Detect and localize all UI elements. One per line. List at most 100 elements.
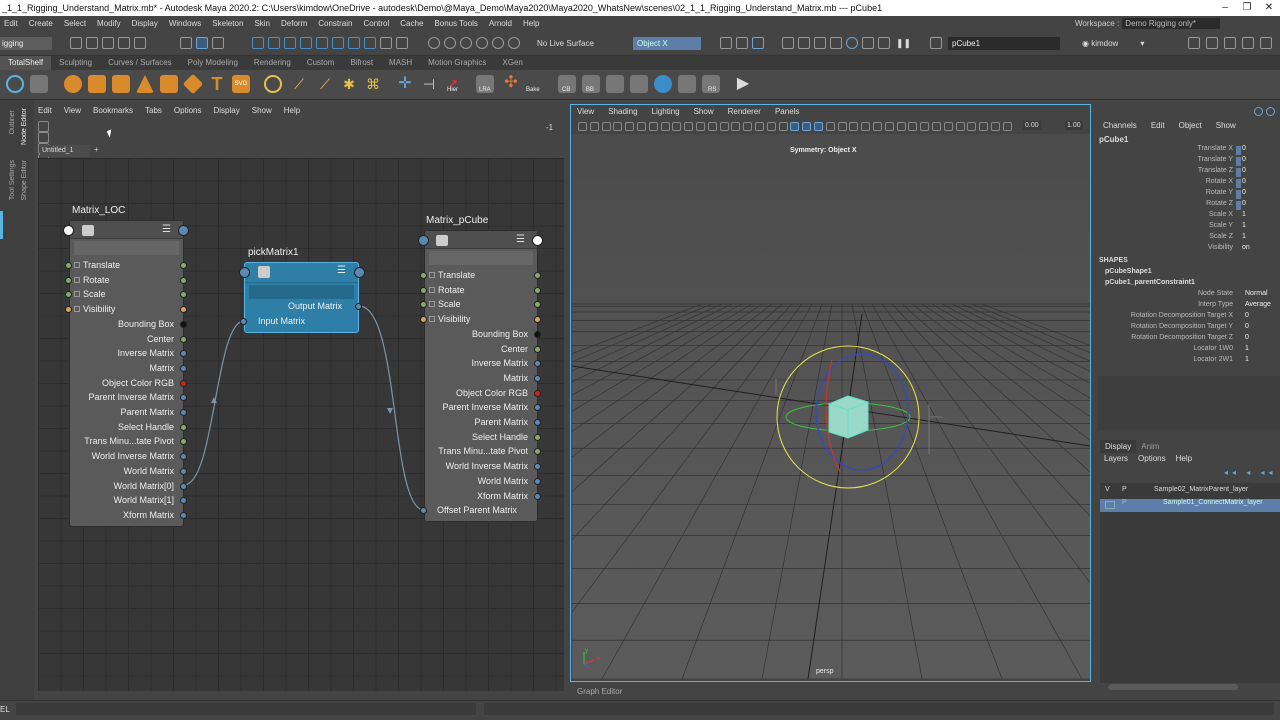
viewport-tool-icon[interactable] — [778, 122, 788, 131]
expand-icon[interactable] — [429, 316, 435, 323]
port-node-input[interactable] — [63, 225, 74, 236]
port-node-input[interactable] — [239, 267, 250, 278]
channel-row-rotate-x[interactable]: Rotate X 0 — [1096, 178, 1280, 189]
viewport-tool-icon[interactable] — [719, 122, 729, 131]
port-out-center[interactable] — [534, 345, 541, 353]
viewport-tool-icon[interactable] — [589, 122, 599, 131]
port-in-rotate[interactable] — [420, 286, 427, 294]
layer-scrollbar[interactable] — [1108, 684, 1238, 690]
shape-item-pcubeshape1[interactable]: pCubeShape1 — [1105, 268, 1152, 275]
layer-visibility[interactable]: V — [1105, 486, 1110, 493]
tab-display[interactable]: Display — [1100, 440, 1137, 453]
cb-menu-channels[interactable]: Channels — [1103, 121, 1137, 130]
constraint-value[interactable]: 0 — [1245, 323, 1249, 330]
layer-visibility[interactable] — [1105, 501, 1115, 509]
constraint-row-node-state[interactable]: Node State Normal — [1096, 290, 1280, 301]
channel-value[interactable]: 1 — [1242, 233, 1246, 240]
viewport-tool-icon[interactable] — [802, 122, 812, 131]
constraint-value[interactable]: Normal — [1245, 290, 1268, 297]
mel-command-line[interactable] — [16, 703, 476, 715]
menu-options[interactable]: Options — [1138, 454, 1166, 463]
vp-menu-lighting[interactable]: Lighting — [652, 107, 680, 116]
hamburger-icon[interactable]: ☰ — [337, 265, 346, 276]
shape-item-pcube1-parentconstraint1[interactable]: pCube1_parentConstraint1 — [1105, 279, 1195, 286]
port-offset-parent-matrix[interactable] — [420, 507, 427, 514]
constraint-value[interactable]: Average — [1245, 301, 1271, 308]
constraint-row-rotation-decomposition-target-y[interactable]: Rotation Decomposition Target Y 0 — [1096, 323, 1280, 334]
channel-value[interactable]: 1 — [1242, 211, 1246, 218]
constraint-row-locator-1w0[interactable]: Locator 1W0 1 — [1096, 345, 1280, 356]
viewport-tool-icon[interactable] — [578, 122, 587, 131]
graph-editor-label[interactable]: Graph Editor — [577, 687, 622, 696]
port-out-center[interactable] — [180, 335, 187, 343]
viewport-tool-icon[interactable] — [955, 122, 965, 131]
viewport-tool-icon[interactable] — [766, 122, 776, 131]
channel-row-rotate-y[interactable]: Rotate Y 0 — [1096, 189, 1280, 200]
port-node-output[interactable] — [532, 235, 543, 246]
port-out-xform-matrix[interactable] — [534, 492, 541, 500]
channel-row-translate-z[interactable]: Translate Z 0 — [1096, 167, 1280, 178]
hamburger-icon[interactable]: ☰ — [516, 234, 525, 245]
port-node-input[interactable] — [418, 235, 429, 246]
constraint-value[interactable]: 1 — [1245, 356, 1249, 363]
viewport-tool-icon[interactable] — [613, 122, 623, 131]
viewport-tool-icon[interactable] — [861, 122, 871, 131]
channel-row-scale-x[interactable]: Scale X 1 — [1096, 211, 1280, 222]
port-out-bounding-box[interactable] — [180, 320, 187, 328]
viewport-tool-icon[interactable] — [849, 122, 859, 131]
viewport-tool-icon[interactable] — [920, 122, 930, 131]
port-out-object-color-rgb[interactable] — [180, 379, 187, 387]
hamburger-icon[interactable]: ☰ — [162, 224, 171, 235]
viewport-tool-icon[interactable] — [648, 122, 658, 131]
channel-row-scale-z[interactable]: Scale Z 1 — [1096, 233, 1280, 244]
viewport-tool-icon[interactable] — [814, 122, 823, 131]
constraint-value[interactable]: 0 — [1245, 334, 1249, 341]
constraint-row-locator-2w1[interactable]: Locator 2W1 1 — [1096, 356, 1280, 367]
layer-row[interactable]: V P Sample02_MatrixParent_layer — [1100, 486, 1280, 499]
viewport-tool-icon[interactable] — [755, 122, 764, 131]
vp-menu-shading[interactable]: Shading — [608, 107, 637, 116]
expand-icon[interactable] — [74, 291, 80, 298]
port-out-world-matrix[interactable] — [534, 477, 541, 485]
channel-value[interactable]: on — [1242, 244, 1250, 251]
channel-row-translate-y[interactable]: Translate Y 0 — [1096, 156, 1280, 167]
constraint-row-rotation-decomposition-target-x[interactable]: Rotation Decomposition Target X 0 — [1096, 312, 1280, 323]
port-out-parent-matrix[interactable] — [534, 419, 541, 426]
viewport-tool-icon[interactable] — [943, 122, 953, 131]
expand-icon[interactable] — [74, 276, 80, 283]
port-out-world-matrix[interactable] — [180, 467, 187, 475]
tab-anim[interactable]: Anim — [1136, 440, 1164, 453]
constraint-row-interp-type[interactable]: Interp Type Average — [1096, 301, 1280, 312]
channel-box-icon[interactable] — [1254, 107, 1263, 116]
viewport-tool-icon[interactable] — [896, 122, 906, 131]
far-clip-field[interactable]: 1.00 — [1065, 121, 1083, 130]
viewport-tool-icon[interactable] — [873, 122, 882, 131]
menu-layers[interactable]: Layers — [1104, 454, 1128, 463]
viewport-tool-icon[interactable] — [991, 122, 1000, 131]
channel-row-rotate-z[interactable]: Rotate Z 0 — [1096, 200, 1280, 211]
port-node-output[interactable] — [178, 225, 189, 236]
port-out-select-handle[interactable] — [180, 423, 187, 431]
viewport-tool-icon[interactable] — [790, 122, 800, 131]
port-node-output[interactable] — [354, 267, 365, 278]
expand-icon[interactable] — [429, 286, 435, 293]
viewport-tool-icon[interactable] — [707, 122, 717, 131]
vp-menu-renderer[interactable]: Renderer — [728, 107, 761, 116]
layer-playback[interactable]: P — [1122, 499, 1127, 506]
channel-value[interactable]: 0 — [1242, 178, 1246, 185]
port-out-select-handle[interactable] — [534, 433, 541, 441]
viewport-tool-icon[interactable] — [601, 122, 611, 131]
menu-help[interactable]: Help — [1176, 454, 1192, 463]
port-input-matrix[interactable] — [240, 318, 247, 325]
expand-icon[interactable] — [74, 306, 80, 313]
layer-arrow-icons[interactable]: ◂◂ ◂ ◂◂ — [1224, 468, 1277, 477]
port-out-world-matrix-0[interactable] — [180, 482, 187, 490]
vp-menu-show[interactable]: Show — [694, 107, 714, 116]
viewport-tool-icon[interactable] — [696, 122, 705, 131]
constraint-row-rotation-decomposition-target-z[interactable]: Rotation Decomposition Target Z 0 — [1096, 334, 1280, 345]
port-out-rotate[interactable] — [180, 276, 187, 284]
vp-menu-view[interactable]: View — [577, 107, 594, 116]
expand-icon[interactable] — [429, 272, 435, 278]
port-out-xform-matrix[interactable] — [180, 511, 187, 519]
viewport-tool-icon[interactable] — [825, 122, 835, 131]
